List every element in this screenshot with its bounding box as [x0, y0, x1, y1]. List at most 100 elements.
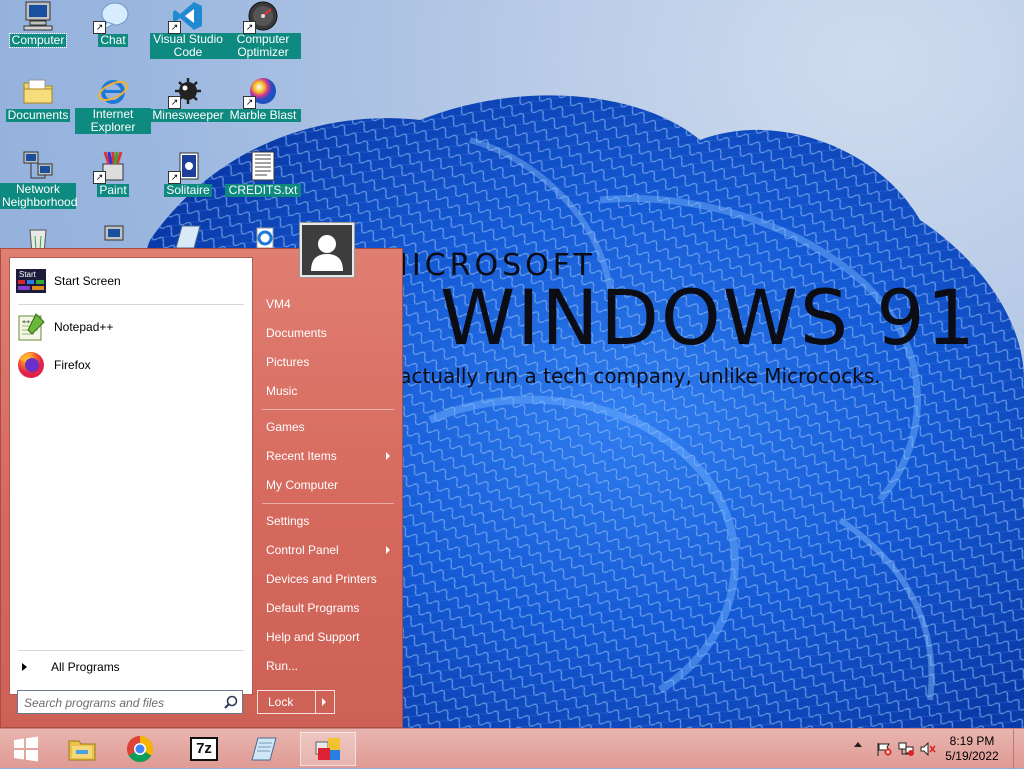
taskbar-chrome[interactable] [112, 732, 168, 766]
places-item-label: Pictures [266, 355, 310, 369]
places-item-music[interactable]: Music [258, 378, 396, 404]
search-input[interactable] [22, 692, 222, 714]
start-button[interactable] [2, 732, 50, 766]
volume-muted-icon[interactable] [920, 741, 936, 757]
seven-zip-icon: 7z [190, 737, 218, 761]
all-programs-button[interactable]: All Programs [16, 656, 248, 678]
marble-icon: ↗ [243, 75, 279, 109]
start-menu-item-start-screen[interactable]: Start Start Screen [14, 264, 248, 298]
user-silhouette-icon [302, 225, 352, 275]
clock-date: 5/19/2022 [945, 749, 999, 763]
folder-icon [22, 75, 54, 107]
places-item-vm4[interactable]: VM4 [258, 291, 396, 317]
lock-button-group: Lock [257, 690, 335, 714]
lock-button[interactable]: Lock [258, 691, 316, 713]
desktop-icon-marble-blast[interactable]: ↗ Marble Blast [225, 75, 301, 122]
places-item-label: Games [266, 420, 305, 434]
start-menu-item-firefox[interactable]: Firefox [14, 348, 248, 382]
taskbar-notepad[interactable] [236, 732, 292, 766]
show-hidden-icons-chevron-icon[interactable] [854, 742, 862, 747]
places-item-run[interactable]: Run... [258, 653, 396, 679]
desktop-icon-documents[interactable]: Documents [0, 75, 76, 122]
start-menu-item-label: Firefox [54, 358, 91, 372]
taskbar-tiles-app[interactable] [300, 732, 356, 766]
desktop-icon-visual-studio-code[interactable]: ↗ Visual Studio Code [150, 0, 226, 59]
start-menu-separator [18, 650, 244, 651]
svg-text:++: ++ [22, 319, 30, 326]
places-item-games[interactable]: Games [258, 414, 396, 440]
notepadpp-icon: ++ [16, 312, 46, 342]
desktop-icon-label: Chat [98, 33, 128, 47]
chrome-icon [126, 735, 154, 763]
places-item-label: Run... [266, 659, 299, 673]
places-item-help-and-support[interactable]: Help and Support [258, 624, 396, 650]
places-item-my-computer[interactable]: My Computer [258, 472, 396, 498]
places-item-label: Default Programs [266, 601, 360, 615]
desktop-icon-label: Computer Optimizer [225, 33, 301, 59]
places-item-documents[interactable]: Documents [258, 320, 396, 346]
taskbar-file-explorer[interactable] [54, 732, 110, 766]
places-item-label: My Computer [266, 478, 339, 492]
action-center-flag-icon[interactable] [876, 742, 892, 756]
start-menu-item-label: Start Screen [54, 274, 121, 288]
chevron-right-icon [386, 546, 390, 554]
shortcut-arrow-icon: ↗ [168, 96, 181, 109]
desktop-icon-solitaire[interactable]: ↗ Solitaire [150, 150, 226, 197]
desktop-icon-computer-optimizer[interactable]: ↗ Computer Optimizer [225, 0, 301, 59]
places-item-label: Documents [266, 326, 327, 340]
user-account-picture[interactable] [300, 223, 354, 277]
places-item-control-panel[interactable]: Control Panel [258, 537, 396, 563]
desktop-icon-label: CREDITS.txt [225, 184, 301, 197]
mine-icon: ↗ [168, 75, 204, 109]
desktop-icon-internet-explorer[interactable]: Internet Explorer [75, 75, 151, 134]
desktop-icon-chat[interactable]: ↗ Chat [75, 0, 151, 47]
folder-icon [68, 740, 96, 761]
places-item-label: Control Panel [266, 543, 339, 557]
internet-explorer-icon [97, 75, 129, 107]
gauge-icon: ↗ [243, 0, 279, 34]
places-item-pictures[interactable]: Pictures [258, 349, 396, 375]
shortcut-arrow-icon: ↗ [93, 171, 106, 184]
start-menu-item-notepadpp[interactable]: ++ Notepad++ [14, 310, 248, 344]
computer-icon [22, 0, 54, 32]
places-item-settings[interactable]: Settings [258, 508, 396, 534]
start-menu-separator [18, 304, 244, 305]
desktop-icon-label: Computer [8, 33, 68, 48]
places-separator [262, 409, 394, 410]
shortcut-arrow-icon: ↗ [168, 171, 181, 184]
places-item-label: Recent Items [266, 449, 337, 463]
desktop-icon-label: Documents [5, 108, 71, 122]
places-item-default-programs[interactable]: Default Programs [258, 595, 396, 621]
start-menu-item-label: Notepad++ [54, 320, 114, 334]
taskbar: 7z 8:19 PM 5/19/2022 [0, 728, 1024, 769]
desktop-icon-label: Marble Blast [225, 109, 301, 122]
lock-options-arrow-button[interactable] [316, 691, 334, 713]
paint-icon: ↗ [93, 150, 129, 184]
desktop-icon-minesweeper[interactable]: ↗ Minesweeper [150, 75, 226, 122]
start-screen-icon: Start [16, 266, 46, 296]
chat-bubble-icon: ↗ [93, 0, 129, 34]
clock[interactable]: 8:19 PM 5/19/2022 [942, 734, 1002, 764]
places-item-recent-items[interactable]: Recent Items [258, 443, 396, 469]
desktop-icon-network-neighborhood[interactable]: Network Neighborhood [0, 150, 77, 209]
notepad-icon [251, 737, 277, 761]
search-programs-box[interactable] [17, 690, 243, 714]
desktop-icon-paint[interactable]: ↗ Paint [75, 150, 151, 197]
taskbar-7zip[interactable]: 7z [176, 732, 232, 766]
places-item-label: Help and Support [266, 630, 360, 644]
show-desktop-button[interactable] [1013, 729, 1024, 769]
chevron-right-icon [22, 663, 27, 671]
places-item-label: VM4 [266, 297, 291, 311]
wallpaper-tagline: We actually run a tech company, unlike M… [362, 364, 881, 388]
search-icon[interactable] [224, 695, 238, 709]
desktop-icon-credits-txt[interactable]: CREDITS.txt [225, 150, 301, 197]
text-file-icon [247, 150, 279, 182]
network-status-icon[interactable] [898, 742, 914, 756]
desktop-icon-computer[interactable]: Computer [0, 0, 76, 48]
desktop-icon-label: Solitaire [164, 183, 212, 197]
all-programs-label: All Programs [51, 660, 120, 674]
places-item-devices-and-printers[interactable]: Devices and Printers [258, 566, 396, 592]
svg-text:Start: Start [19, 270, 37, 279]
shortcut-arrow-icon: ↗ [243, 96, 256, 109]
clock-time: 8:19 PM [949, 734, 995, 748]
